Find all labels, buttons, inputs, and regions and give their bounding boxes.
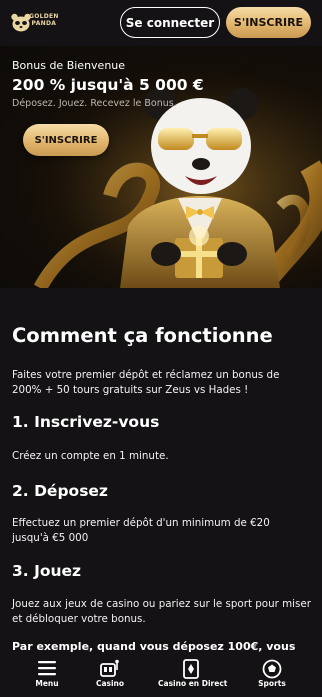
welcome-bonus-banner[interactable]: Bonus de Bienvenue 200 % jusqu'à 5 000 €…: [0, 46, 322, 288]
bottom-navigation: Menu Casino Casino en Direct Sports: [0, 655, 322, 697]
bonus-title: 200 % jusqu'à 5 000 €: [12, 76, 204, 94]
sports-icon: [262, 659, 282, 679]
menu-icon: [38, 661, 56, 676]
nav-sports-label: Sports: [258, 679, 286, 688]
bonus-kicker: Bonus de Bienvenue: [12, 59, 126, 72]
hero-signup-button[interactable]: S'INSCRIRE: [23, 124, 109, 156]
bonus-subtitle: Déposez. Jouez. Recevez le Bonus.: [12, 98, 177, 109]
signup-button[interactable]: S'INSCRIRE: [226, 7, 311, 38]
login-button[interactable]: Se connecter: [120, 7, 220, 38]
section-heading: Comment ça fonctionne: [12, 324, 273, 347]
nav-live-casino-label: Casino en Direct: [158, 679, 228, 688]
nav-casino-label: Casino: [95, 679, 125, 688]
example-text: Par exemple, quand vous déposez 100€, vo…: [12, 640, 296, 653]
step-2-title: 2. Déposez: [12, 482, 108, 500]
nav-live-casino[interactable]: Casino en Direct: [158, 655, 228, 697]
top-header: GOLDEN PANDA Se connecter S'INSCRIRE: [0, 0, 322, 46]
nav-sports[interactable]: Sports: [252, 655, 292, 697]
step-1-text: Créez un compte en 1 minute.: [12, 450, 169, 462]
live-casino-icon: [183, 659, 199, 679]
nav-menu-label: Menu: [35, 679, 59, 688]
step-3-title: 3. Jouez: [12, 562, 82, 580]
step-2-text: Effectuez un premier dépôt d'un minimum …: [12, 517, 270, 544]
logo-wordmark: GOLDEN PANDA: [29, 13, 59, 27]
step-3-text: Jouez aux jeux de casino ou pariez sur l…: [12, 598, 311, 625]
intro-text: Faites votre premier dépôt et réclamez u…: [12, 369, 280, 396]
step-1-title: 1. Inscrivez-vous: [12, 413, 160, 431]
casino-icon: [100, 659, 119, 677]
nav-casino[interactable]: Casino: [90, 655, 130, 697]
nav-menu[interactable]: Menu: [27, 655, 67, 697]
